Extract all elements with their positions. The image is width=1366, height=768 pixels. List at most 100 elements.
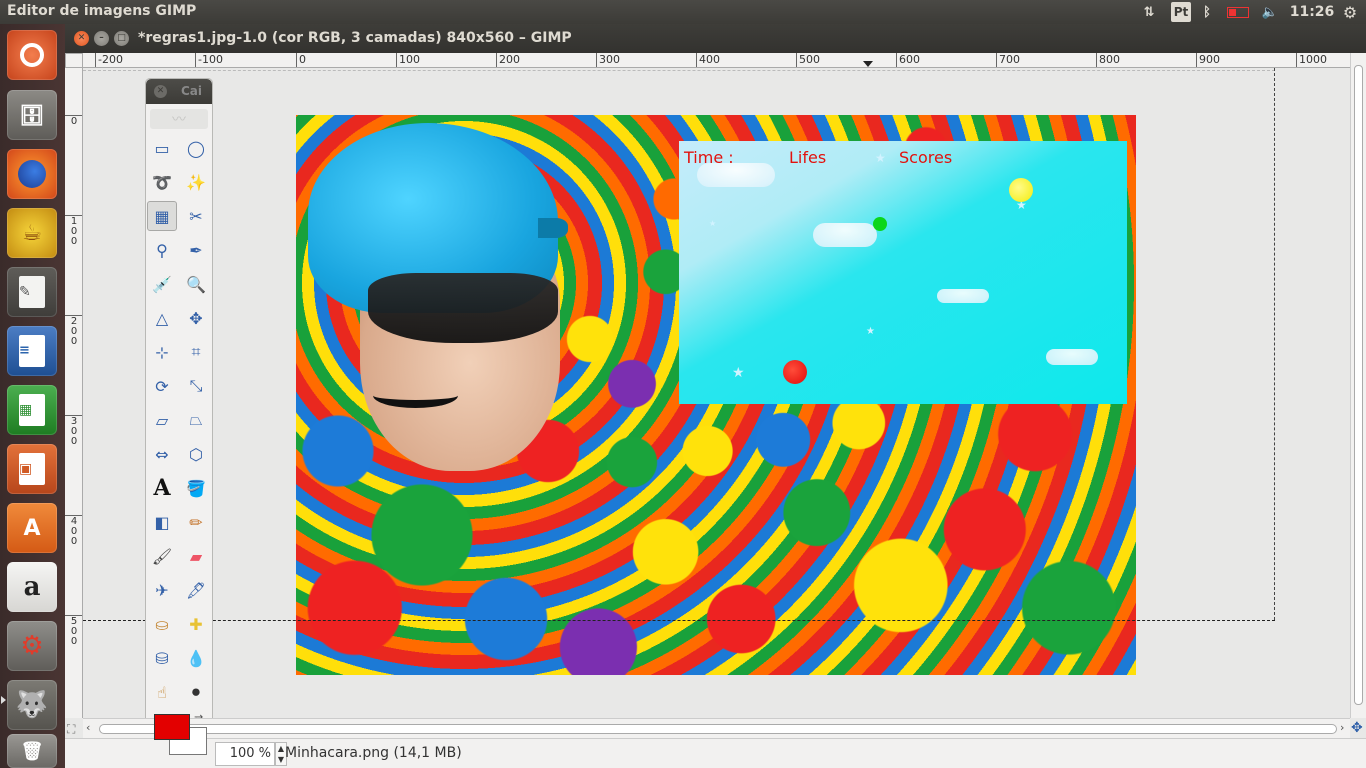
ruler-tick: 800 (1096, 53, 1120, 67)
settings-gear-icon[interactable]: ⚙ (1340, 2, 1360, 22)
gimp-icon[interactable]: 🐺 (7, 680, 57, 730)
system-settings-icon[interactable]: ⚙ (7, 621, 57, 671)
free-select-icon[interactable]: ➰ (147, 167, 177, 197)
text-editor-icon[interactable]: ✎ (7, 267, 57, 317)
ruler-tick: 300 (596, 53, 620, 67)
zoom-icon[interactable]: 🔍 (181, 269, 211, 299)
smudge-icon[interactable]: ☝ (147, 677, 177, 707)
red-ball-player (783, 360, 807, 384)
vertical-ruler[interactable]: 0 1 0 0 2 0 0 3 0 0 4 0 0 5 0 0 (65, 68, 83, 718)
clock[interactable]: 11:26 (1290, 2, 1335, 22)
text-icon[interactable]: A (147, 473, 177, 503)
trash-icon[interactable]: 🗑 (7, 734, 57, 768)
libreoffice-calc-icon[interactable]: ▦ (7, 385, 57, 435)
system-top-bar: Editor de imagens GIMP ⇅ Pt ᛒ 🔈 11:26 ⚙ (0, 0, 1366, 24)
vertical-scroll-thumb[interactable] (1354, 65, 1363, 705)
rect-select-icon[interactable]: ▭ (147, 133, 177, 163)
ruler-tick: 400 (696, 53, 720, 67)
paths-icon[interactable]: ✒ (181, 235, 211, 265)
eraser-icon[interactable]: ▰ (181, 541, 211, 571)
ruler-tick: 700 (996, 53, 1020, 67)
ink-icon[interactable]: 🖋 (181, 575, 211, 605)
game-screenshot-layer[interactable]: Time : Lifes Scores ★ ★ ★ ★ ★ (679, 141, 1127, 404)
cage-icon[interactable]: ⬡ (181, 439, 211, 469)
toolbox-header[interactable]: ✕ Cai (146, 79, 212, 104)
image-canvas[interactable]: Time : Lifes Scores ★ ★ ★ ★ ★ (296, 115, 1136, 675)
blur-icon[interactable]: 💧 (181, 643, 211, 673)
close-window-button[interactable]: ✕ (74, 31, 89, 46)
unity-launcher: 🗄 ☕ ✎ ≡ ▦ ▣ A a ⚙ 🐺 🗑 (0, 24, 65, 768)
headset-mic (373, 383, 458, 408)
network-arrows-icon[interactable]: ⇅ (1138, 2, 1160, 22)
quick-mask-corner-button[interactable] (65, 53, 83, 68)
star-icon: ★ (875, 151, 886, 165)
vertical-scrollbar[interactable] (1350, 53, 1366, 718)
yellow-ball (1009, 178, 1033, 202)
blend-icon[interactable]: ◧ (147, 507, 177, 537)
heal-icon[interactable]: ✚ (181, 609, 211, 639)
bluetooth-icon[interactable]: ᛒ (1199, 2, 1215, 22)
ruler-tick: 200 (496, 53, 520, 67)
amazon-icon[interactable]: a (7, 562, 57, 612)
teapot-icon[interactable]: ☕ (7, 208, 57, 258)
dodge-burn-icon[interactable]: ⚫ (181, 677, 211, 707)
pencil-icon[interactable]: ✏ (181, 507, 211, 537)
firefox-icon[interactable] (7, 149, 57, 199)
canvas-boundary-bottom (83, 620, 1275, 621)
fuzzy-select-icon[interactable]: ✨ (181, 167, 211, 197)
align-icon[interactable]: ⊹ (147, 337, 177, 367)
bucket-fill-icon[interactable]: 🪣 (181, 473, 211, 503)
foreground-select-icon[interactable]: ⚲ (147, 235, 177, 265)
minimize-window-button[interactable]: – (94, 31, 109, 46)
scroll-right-arrow-icon[interactable]: › (1340, 721, 1344, 734)
airbrush-icon[interactable]: ✈ (147, 575, 177, 605)
volume-mute-icon[interactable]: 🔈 (1260, 2, 1280, 22)
scale-icon[interactable]: ⤡ (181, 371, 211, 401)
measure-icon[interactable]: △ (147, 303, 177, 333)
rotate-icon[interactable]: ⟳ (147, 371, 177, 401)
libreoffice-writer-icon[interactable]: ≡ (7, 326, 57, 376)
horizontal-ruler[interactable]: -200 -100 0 100 200 300 400 500 600 700 … (83, 53, 1350, 68)
status-bar: 100 % ▲ ▼ Minhacara.png (14,1 MB) (65, 738, 1366, 768)
scissors-select-icon[interactable]: ✂ (181, 201, 211, 231)
scroll-left-arrow-icon[interactable]: ‹ (86, 721, 90, 734)
ruler-tick: 3 0 0 (65, 415, 82, 447)
star-icon: ★ (709, 219, 717, 228)
horizontal-scroll-thumb[interactable] (99, 724, 1337, 734)
libreoffice-impress-icon[interactable]: ▣ (7, 444, 57, 494)
foreground-color-swatch[interactable] (154, 714, 190, 740)
toolbox-window[interactable]: ✕ Cai 〰 ▭ ◯ ➰ ✨ ▦ ✂ ⚲ ✒ 💉 🔍 △ ✥ ⊹ ⌗ ⟳ ⤡ … (145, 78, 213, 763)
move-icon[interactable]: ✥ (181, 303, 211, 333)
wilber-drop-area[interactable]: 〰 (150, 109, 208, 129)
color-picker-icon[interactable]: 💉 (147, 269, 177, 299)
maximize-window-button[interactable]: □ (114, 31, 129, 46)
face-cutout-layer[interactable] (308, 123, 568, 478)
ruler-tick: 4 0 0 (65, 515, 82, 547)
keyboard-layout-indicator[interactable]: Pt (1171, 2, 1191, 22)
shear-icon[interactable]: ▱ (147, 405, 177, 435)
flip-icon[interactable]: ⇔ (147, 439, 177, 469)
crop-icon[interactable]: ⌗ (181, 337, 211, 367)
navigate-icon[interactable]: ✥ (1351, 720, 1363, 736)
perspective-clone-icon[interactable]: ⛁ (147, 643, 177, 673)
ruler-tick: 500 (796, 53, 820, 67)
ruler-tick: -200 (95, 53, 123, 67)
perspective-icon[interactable]: ⏢ (181, 405, 211, 435)
battery-icon[interactable] (1224, 2, 1252, 22)
color-select-icon[interactable]: ▦ (147, 201, 177, 231)
paintbrush-icon[interactable]: 🖌 (147, 541, 177, 571)
zoom-select[interactable]: 100 % (215, 742, 275, 766)
ruler-tick: 0 (296, 53, 306, 67)
software-center-icon[interactable]: A (7, 503, 57, 553)
ruler-tick: 2 0 0 (65, 315, 82, 347)
star-icon: ★ (866, 326, 875, 337)
lifes-label: Lifes (789, 148, 827, 167)
close-toolbox-icon[interactable]: ✕ (154, 85, 167, 98)
active-app-title: Editor de imagens GIMP (7, 3, 197, 19)
horizontal-scrollbar[interactable]: ‹ › (83, 718, 1350, 738)
ellipse-select-icon[interactable]: ◯ (181, 133, 211, 163)
ubuntu-dash-icon[interactable] (7, 30, 57, 80)
files-icon[interactable]: 🗄 (7, 90, 57, 140)
clone-icon[interactable]: ⛀ (147, 609, 177, 639)
zoom-corner-icon[interactable]: ⛶ (67, 722, 75, 737)
